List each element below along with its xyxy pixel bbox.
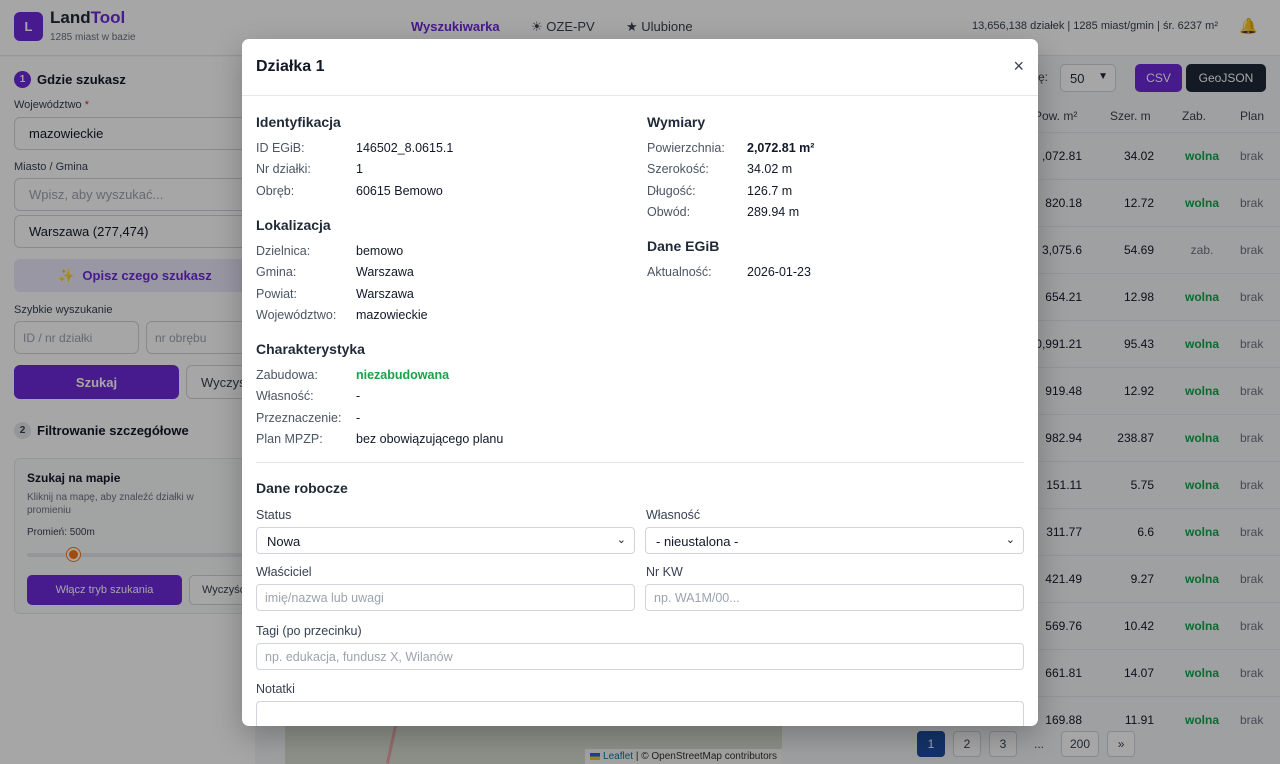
modal-header: Działka 1 × <box>242 39 1038 96</box>
wymiary-value: 34.02 m <box>747 162 793 177</box>
ident-key: ID EGiB: <box>256 141 305 155</box>
status-select[interactable]: Nowa ⌄ <box>256 527 635 554</box>
owner-input[interactable]: imię/nazwa lub uwagi <box>256 584 635 611</box>
wymiary-value: 2,072.81 m² <box>747 141 815 155</box>
tags-input[interactable]: np. edukacja, fundusz X, Wilanów <box>256 643 1024 670</box>
ownership-select[interactable]: - nieustalona - ⌄ <box>645 527 1024 554</box>
ident-key: Obręb: <box>256 183 295 198</box>
wymiary-key: Szerokość: <box>647 162 709 177</box>
chevron-down-icon: ⌄ <box>616 534 626 546</box>
charakt-key: Zabudowa: <box>256 368 318 382</box>
section-characteristics: Charakterystyka <box>256 341 365 357</box>
egib-value: 2026-01-23 <box>747 265 811 279</box>
notes-label: Notatki <box>256 682 295 696</box>
owner-label: Właściciel <box>256 565 312 579</box>
egib-key: Aktualność: <box>647 265 712 279</box>
ident-value: 146502_8.0615.1 <box>356 141 454 155</box>
kw-label: Nr KW <box>646 565 683 579</box>
lokal-value: bemowo <box>356 244 404 258</box>
ownership-label: Własność <box>646 508 701 522</box>
parcel-modal: Działka 1 × Identyfikacja ID EGiB: 146502… <box>242 39 1038 726</box>
wymiary-key: Długość: <box>647 183 696 198</box>
charakt-value: niezabudowana <box>356 368 450 382</box>
lokal-key: Powiat: <box>256 286 297 301</box>
wymiary-key: Obwód: <box>647 204 691 219</box>
status-value: Nowa <box>267 534 301 549</box>
section-identification: Identyfikacja <box>256 114 341 130</box>
section-divider <box>256 462 1024 463</box>
wymiary-key: Powierzchnia: <box>647 141 725 155</box>
modal-title: Działka 1 <box>256 58 325 75</box>
tags-label: Tagi (po przecinku) <box>256 624 362 638</box>
wymiary-value: 289.94 m <box>747 204 800 219</box>
chevron-down-icon: ⌄ <box>1005 534 1015 546</box>
status-label: Status <box>256 508 292 522</box>
section-egib: Dane EGiB <box>647 238 720 254</box>
lokal-value: Warszawa <box>356 286 414 301</box>
ownership-value: - nieustalona - <box>656 534 739 549</box>
lokal-value: mazowieckie <box>356 307 428 322</box>
lokal-key: Województwo: <box>256 307 337 322</box>
charakt-key: Plan MPZP: <box>256 431 323 446</box>
ident-value: 60615 Bemowo <box>356 183 443 198</box>
notes-textarea[interactable] <box>256 701 1024 726</box>
section-dimensions: Wymiary <box>647 114 706 130</box>
charakt-value: bez obowiązującego planu <box>356 431 504 446</box>
lokal-value: Warszawa <box>356 265 414 280</box>
charakt-value: - <box>356 389 361 404</box>
ident-value: 1 <box>356 162 363 177</box>
charakt-value: - <box>356 410 361 425</box>
lokal-key: Dzielnica: <box>256 244 311 258</box>
lokal-key: Gmina: <box>256 265 297 280</box>
kw-input[interactable]: np. WA1M/00... <box>645 584 1024 611</box>
charakt-key: Przeznaczenie: <box>256 410 342 425</box>
wymiary-value: 126.7 m <box>747 183 793 198</box>
section-location: Lokalizacja <box>256 217 331 233</box>
charakt-key: Własność: <box>256 389 314 404</box>
ident-key: Nr działki: <box>256 162 311 177</box>
section-working-data: Dane robocze <box>256 480 348 496</box>
close-icon[interactable]: × <box>1013 56 1024 77</box>
